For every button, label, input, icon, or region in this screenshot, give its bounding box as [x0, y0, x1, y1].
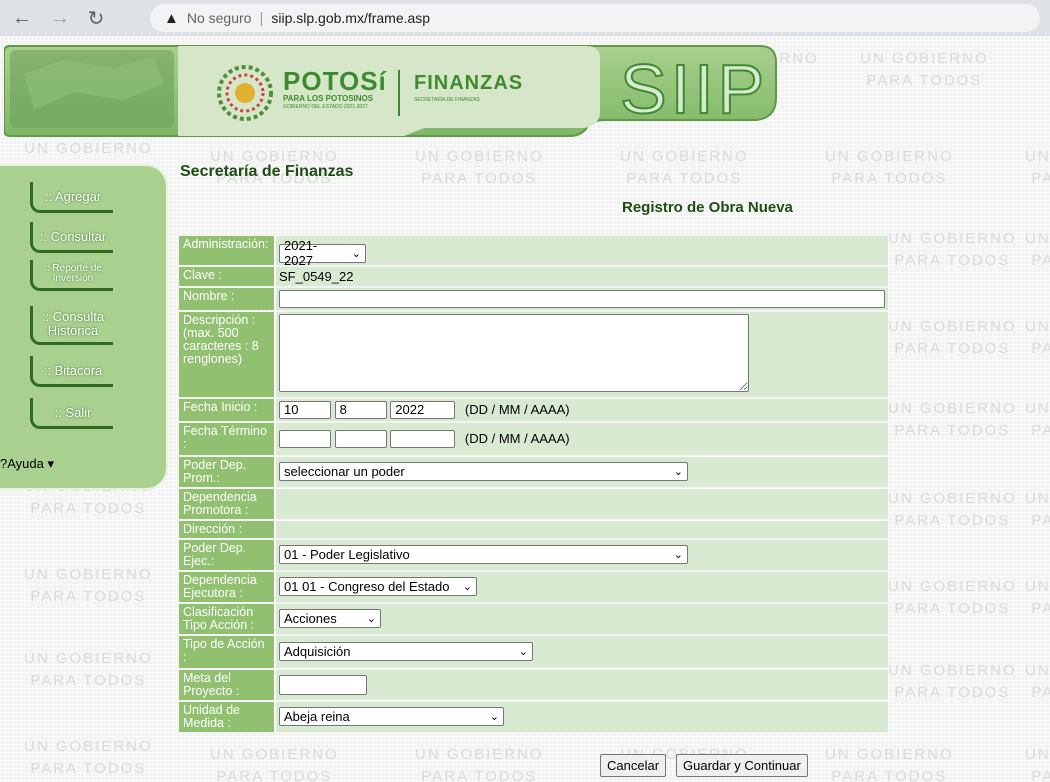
fecha-inicio-label: Fecha Inicio : — [179, 398, 276, 421]
save-continue-button[interactable]: Guardar y Continuar — [676, 754, 808, 777]
meta-del-proyecto-input[interactable] — [279, 674, 367, 695]
nombre-input[interactable] — [279, 289, 885, 308]
brand-subtitle-2: GOBIERNO DEL ESTADO 2021-2027 — [283, 104, 368, 110]
header-divider — [398, 70, 400, 116]
dependencia-promotora-value — [276, 488, 888, 519]
back-arrow-icon[interactable]: ← — [10, 6, 34, 30]
chevron-down-icon: ⌄ — [351, 247, 361, 260]
fecha-inicio-dd-input[interactable] — [279, 400, 331, 419]
fecha-termino-mm-input[interactable] — [334, 429, 387, 448]
help-menu[interactable]: ?Ayuda ▾ — [0, 456, 54, 472]
row-descripcion: Descripción : (max. 500 caracteres : 8 r… — [179, 311, 888, 397]
fecha-inicio-hint: (DD / MM / AAAA) — [464, 402, 570, 417]
tipo-de-accion-select[interactable]: Adquisición ⌄ — [279, 642, 533, 661]
brand-name: POTOSí — [283, 66, 387, 96]
page-title: Secretaría de Finanzas — [180, 163, 354, 180]
dependencia-ejecutora-label: Dependencia Ejecutora : — [179, 571, 276, 602]
descripcion-textarea[interactable] — [279, 313, 749, 392]
row-dependencia-ejecutora: Dependencia Ejecutora : 01 01 - Congreso… — [179, 571, 888, 602]
direccion-label: Dirección : — [179, 520, 276, 538]
chevron-down-icon: ⌄ — [518, 646, 528, 658]
fecha-termino-label: Fecha Término : — [179, 422, 276, 455]
poder-dep-prom-label: Poder Dep. Prom.: — [179, 456, 276, 487]
forward-arrow-icon[interactable]: → — [48, 6, 72, 30]
dependencia-ejecutora-select[interactable]: 01 01 - Congreso del Estado ⌄ — [279, 577, 477, 596]
warning-icon[interactable]: ▲ — [164, 10, 179, 27]
descripcion-label: Descripción : (max. 500 caracteres : 8 r… — [179, 311, 276, 397]
sidebar-item-reporte-inversion[interactable]: :: Reporte de Inversión — [30, 260, 113, 291]
poder-dep-ejec-select[interactable]: 01 - Poder Legislativo ⌄ — [279, 545, 688, 564]
brand-subtitle: PARA LOS POTOSINOS — [283, 94, 374, 103]
row-administracion: Administración: 2021-2027 ⌄ — [179, 236, 888, 268]
row-poder-dep-ejec: Poder Dep. Ejec.: 01 - Poder Legislativo… — [179, 539, 888, 570]
department-name: FINANZAS — [414, 72, 524, 94]
row-clasificacion-tipo-accion: Clasificación Tipo Acción : Acciones ⌄ — [179, 603, 888, 634]
unidad-de-medida-label: Unidad de Medida : — [179, 701, 276, 732]
row-unidad-de-medida: Unidad de Medida : Abeja reina ⌄ — [179, 701, 888, 732]
sidebar-item-salir[interactable]: :: Salir — [30, 398, 113, 429]
department-subtitle: SECRETARÍA DE FINANZAS — [414, 97, 480, 103]
obra-form: Administración: 2021-2027 ⌄ Clave : SF_05… — [179, 234, 888, 734]
dependencia-promotora-label: Dependencia Promotora : — [179, 488, 276, 519]
row-meta-del-proyecto: Meta del Proyecto : — [179, 669, 888, 700]
unidad-de-medida-select[interactable]: Abeja reina ⌄ — [279, 707, 504, 726]
clasificacion-tipo-accion-label: Clasificación Tipo Acción : — [179, 603, 276, 634]
chevron-down-icon: ⌄ — [489, 711, 499, 723]
fecha-inicio-aaaa-input[interactable] — [390, 400, 456, 419]
tipo-de-accion-label: Tipo de Acción : — [179, 635, 276, 668]
row-nombre: Nombre : — [179, 287, 888, 310]
chevron-down-icon: ⌄ — [366, 613, 376, 625]
fecha-termino-hint: (DD / MM / AAAA) — [464, 431, 570, 446]
row-direccion: Dirección : — [179, 520, 888, 538]
sidebar-item-bitacora[interactable]: :: Bitácora — [30, 356, 113, 387]
direccion-value — [276, 520, 888, 538]
chevron-down-icon: ⌄ — [673, 549, 683, 561]
row-poder-dep-prom: Poder Dep. Prom.: seleccionar un poder ⌄ — [179, 456, 888, 487]
sidebar-item-consulta-historica[interactable]: :: Consulta Histórica — [30, 306, 113, 345]
sidebar-item-consultar[interactable]: :: Consultar — [30, 222, 113, 253]
row-dependencia-promotora: Dependencia Promotora : — [179, 488, 888, 519]
clave-label: Clave : — [179, 266, 276, 286]
system-logo: SIIP — [619, 49, 769, 129]
row-tipo-de-accion: Tipo de Acción : Adquisición ⌄ — [179, 635, 888, 668]
reload-icon[interactable]: ↻ — [84, 6, 108, 30]
sidebar-item-agregar[interactable]: :: Agregar — [30, 182, 113, 213]
url-text[interactable]: siip.slp.gob.mx/frame.asp — [271, 10, 430, 26]
browser-toolbar: ← → ↻ ▲ No seguro | siip.slp.gob.mx/fram… — [0, 0, 1050, 36]
administracion-label: Administración: — [179, 236, 276, 265]
poder-dep-prom-select[interactable]: seleccionar un poder ⌄ — [279, 462, 688, 481]
header-banner: POTOSí PARA LOS POTOSINOS GOBIERNO DEL E… — [4, 44, 780, 138]
administracion-select[interactable]: 2021-2027 ⌄ — [279, 238, 366, 268]
poder-dep-ejec-label: Poder Dep. Ejec.: — [179, 539, 276, 570]
fecha-termino-aaaa-input[interactable] — [390, 429, 456, 448]
emblem-logo — [216, 64, 274, 122]
chevron-down-icon: ⌄ — [673, 466, 683, 478]
form-title: Registro de Obra Nueva — [622, 199, 793, 216]
fecha-inicio-mm-input[interactable] — [334, 400, 387, 419]
fecha-termino-dd-input[interactable] — [279, 429, 331, 448]
url-separator: | — [259, 9, 264, 27]
chevron-down-icon: ⌄ — [462, 581, 472, 593]
address-bar[interactable]: ▲ No seguro | siip.slp.gob.mx/frame.asp — [150, 4, 1040, 32]
sidebar-menu: :: Agregar :: Consultar :: Reporte de In… — [0, 164, 168, 490]
nombre-label: Nombre : — [179, 287, 276, 310]
security-label[interactable]: No seguro — [187, 10, 252, 26]
row-fecha-termino: Fecha Término : (DD / MM / AAAA) — [179, 422, 888, 455]
clave-value: SF_0549_22 — [276, 266, 888, 286]
page-frame: UN GOBIERNO PARA TODOS UN GOBIERNO UN GOB… — [0, 36, 1050, 782]
row-clave: Clave : SF_0549_22 — [179, 266, 888, 286]
meta-del-proyecto-label: Meta del Proyecto : — [179, 669, 276, 700]
cancel-button[interactable]: Cancelar — [600, 754, 667, 777]
row-fecha-inicio: Fecha Inicio : (DD / MM / AAAA) — [179, 398, 888, 421]
clasificacion-tipo-accion-select[interactable]: Acciones ⌄ — [279, 609, 381, 628]
